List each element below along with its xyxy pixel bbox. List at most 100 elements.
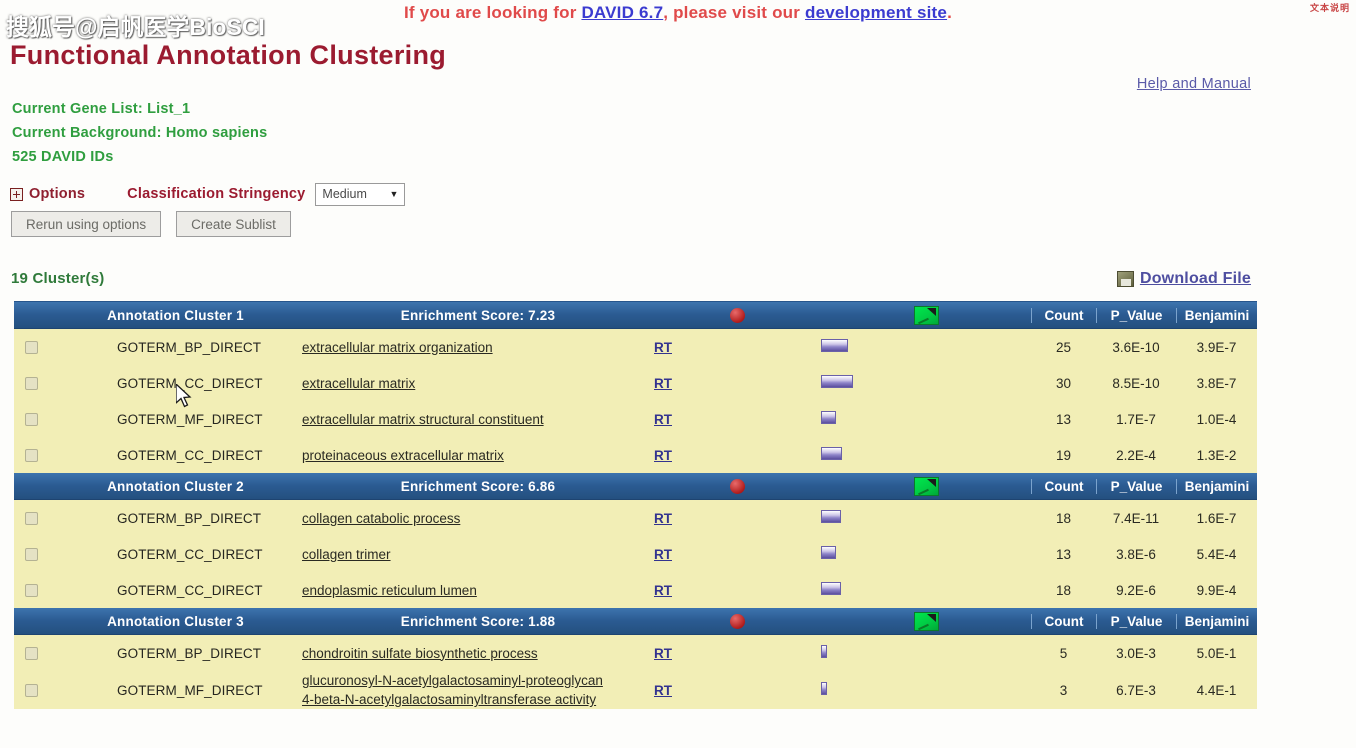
column-header-count[interactable]: Count xyxy=(1031,613,1096,629)
row-checkbox-cell[interactable] xyxy=(14,448,49,462)
row-category: GOTERM_MF_DIRECT xyxy=(117,682,263,698)
download-file-link[interactable]: Download File xyxy=(1116,270,1251,288)
gene-count-bar-icon[interactable] xyxy=(821,582,841,595)
row-bar-cell[interactable] xyxy=(821,510,1031,526)
green-chart-icon-cell[interactable] xyxy=(821,305,1031,325)
column-header-pvalue[interactable]: P_Value xyxy=(1096,478,1176,494)
gene-count-bar-icon[interactable] xyxy=(821,510,841,523)
rerun-using-options-button[interactable]: Rerun using options xyxy=(11,211,162,237)
row-checkbox-cell[interactable] xyxy=(14,340,49,354)
green-chart-icon[interactable] xyxy=(913,611,939,631)
row-term-link[interactable]: proteinaceous extracellular matrix xyxy=(302,446,504,465)
rt-link[interactable]: RT xyxy=(654,583,672,598)
row-category: GOTERM_BP_DIRECT xyxy=(117,339,262,355)
row-bar-cell[interactable] xyxy=(821,682,1031,698)
row-checkbox[interactable] xyxy=(25,448,38,462)
column-header-pvalue[interactable]: P_Value xyxy=(1096,613,1176,629)
row-term-cell: endoplasmic reticulum lumen xyxy=(302,581,654,600)
red-circle-icon[interactable] xyxy=(730,478,745,494)
column-header-count[interactable]: Count xyxy=(1031,478,1096,494)
row-term-link[interactable]: glucuronosyl-N-acetylgalactosaminyl-prot… xyxy=(302,671,612,709)
row-checkbox[interactable] xyxy=(25,583,38,597)
row-benjamini: 1.3E-2 xyxy=(1196,447,1237,463)
row-term-link[interactable]: chondroitin sulfate biosynthetic process xyxy=(302,644,538,663)
column-header-pvalue[interactable]: P_Value xyxy=(1096,307,1176,323)
row-checkbox-cell[interactable] xyxy=(14,646,49,660)
rt-link[interactable]: RT xyxy=(654,448,672,463)
gene-count-bar-icon[interactable] xyxy=(821,375,853,388)
row-count: 25 xyxy=(1055,339,1072,355)
expand-plus-icon[interactable] xyxy=(10,187,23,201)
row-checkbox[interactable] xyxy=(25,340,38,354)
column-header-benjamini[interactable]: Benjamini xyxy=(1176,307,1257,323)
help-and-manual-link[interactable]: Help and Manual xyxy=(1137,76,1251,92)
row-bar-cell[interactable] xyxy=(821,339,1031,355)
gene-count-bar-icon[interactable] xyxy=(821,411,836,424)
row-checkbox-cell[interactable] xyxy=(14,547,49,561)
row-category: GOTERM_CC_DIRECT xyxy=(117,447,263,463)
column-header-count[interactable]: Count xyxy=(1031,307,1096,323)
create-sublist-button[interactable]: Create Sublist xyxy=(176,211,291,237)
row-bar-cell[interactable] xyxy=(821,546,1031,562)
row-checkbox-cell[interactable] xyxy=(14,412,49,426)
gene-count-bar-icon[interactable] xyxy=(821,447,842,460)
gene-count-bar-icon[interactable] xyxy=(821,682,827,695)
row-bar-cell[interactable] xyxy=(821,582,1031,598)
development-site-link[interactable]: development site xyxy=(805,3,947,22)
row-checkbox-cell[interactable] xyxy=(14,583,49,597)
stringency-select[interactable]: Medium ▼ xyxy=(315,182,406,206)
green-chart-icon[interactable] xyxy=(913,305,939,325)
cluster-rows: GOTERM_BP_DIRECT extracellular matrix org… xyxy=(14,329,1257,473)
gene-count-bar-icon[interactable] xyxy=(821,339,848,352)
red-circle-icon[interactable] xyxy=(730,307,745,323)
cluster-enrichment-score: Enrichment Score: 6.86 xyxy=(400,478,556,494)
row-checkbox[interactable] xyxy=(25,547,38,561)
gene-count-bar-icon[interactable] xyxy=(821,645,827,658)
cluster-title: Annotation Cluster 2 xyxy=(107,478,244,494)
rt-link[interactable]: RT xyxy=(654,340,672,355)
row-bar-cell[interactable] xyxy=(821,411,1031,427)
row-term-link[interactable]: collagen catabolic process xyxy=(302,509,460,528)
options-label[interactable]: Options xyxy=(29,186,85,202)
row-bar-cell[interactable] xyxy=(821,447,1031,463)
rt-link[interactable]: RT xyxy=(654,646,672,661)
row-checkbox[interactable] xyxy=(25,376,38,390)
green-chart-icon-cell[interactable] xyxy=(821,476,1031,496)
rt-link[interactable]: RT xyxy=(654,547,672,562)
red-circle-icon[interactable] xyxy=(730,613,745,629)
row-checkbox-cell[interactable] xyxy=(14,683,49,697)
red-circle-icon-cell[interactable] xyxy=(654,307,821,323)
row-checkbox-cell[interactable] xyxy=(14,511,49,525)
row-term-link[interactable]: extracellular matrix organization xyxy=(302,338,493,357)
column-header-benjamini[interactable]: Benjamini xyxy=(1176,478,1257,494)
green-chart-icon[interactable] xyxy=(913,476,939,496)
row-checkbox[interactable] xyxy=(25,646,38,660)
gene-count-bar-icon[interactable] xyxy=(821,546,836,559)
rt-link[interactable]: RT xyxy=(654,412,672,427)
row-rt-cell: RT xyxy=(654,646,821,661)
row-category: GOTERM_CC_DIRECT xyxy=(117,582,263,598)
column-header-benjamini[interactable]: Benjamini xyxy=(1176,613,1257,629)
row-rt-cell: RT xyxy=(654,448,821,463)
row-rt-cell: RT xyxy=(654,547,821,562)
row-checkbox[interactable] xyxy=(25,412,38,426)
row-term-link[interactable]: collagen trimer xyxy=(302,545,391,564)
table-row: GOTERM_BP_DIRECT extracellular matrix org… xyxy=(14,329,1257,365)
row-checkbox[interactable] xyxy=(25,511,38,525)
rt-link[interactable]: RT xyxy=(654,376,672,391)
download-disk-icon xyxy=(1116,271,1134,287)
row-term-link[interactable]: extracellular matrix structural constitu… xyxy=(302,410,544,429)
row-term-link[interactable]: extracellular matrix xyxy=(302,374,415,393)
red-circle-icon-cell[interactable] xyxy=(654,478,821,494)
row-term-cell: collagen catabolic process xyxy=(302,509,654,528)
row-checkbox[interactable] xyxy=(25,683,38,697)
row-checkbox-cell[interactable] xyxy=(14,376,49,390)
rt-link[interactable]: RT xyxy=(654,683,672,698)
david-67-link[interactable]: DAVID 6.7 xyxy=(581,3,663,22)
red-circle-icon-cell[interactable] xyxy=(654,613,821,629)
rt-link[interactable]: RT xyxy=(654,511,672,526)
row-bar-cell[interactable] xyxy=(821,375,1031,391)
row-term-link[interactable]: endoplasmic reticulum lumen xyxy=(302,581,477,600)
row-bar-cell[interactable] xyxy=(821,645,1031,661)
green-chart-icon-cell[interactable] xyxy=(821,611,1031,631)
